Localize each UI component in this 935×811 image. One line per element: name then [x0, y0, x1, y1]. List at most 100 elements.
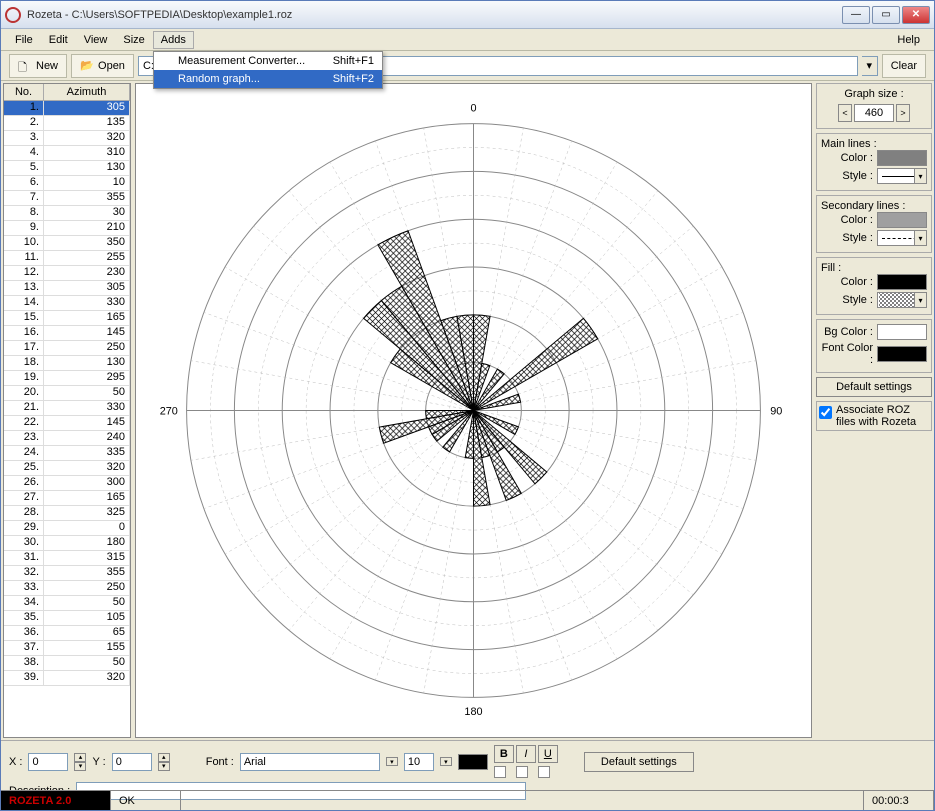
sec-style[interactable]: ▾	[877, 230, 927, 246]
table-row[interactable]: 32.355	[4, 566, 130, 581]
table-row[interactable]: 24.335	[4, 446, 130, 461]
x-up[interactable]: ▴	[74, 753, 86, 762]
table-row[interactable]: 16.145	[4, 326, 130, 341]
italic-button[interactable]: I	[516, 745, 536, 763]
table-row[interactable]: 18.130	[4, 356, 130, 371]
table-row[interactable]: 31.315	[4, 551, 130, 566]
fill-style[interactable]: ▾	[877, 292, 927, 308]
fontsize-input[interactable]	[404, 753, 434, 771]
table-row[interactable]: 39.320	[4, 671, 130, 686]
table-row[interactable]: 13.305	[4, 281, 130, 296]
table-row[interactable]: 23.240	[4, 431, 130, 446]
y-down[interactable]: ▾	[158, 762, 170, 771]
table-row[interactable]: 14.330	[4, 296, 130, 311]
underline-button[interactable]: U	[538, 745, 558, 763]
font-select[interactable]	[240, 753, 380, 771]
table-row[interactable]: 35.105	[4, 611, 130, 626]
open-button[interactable]: 📂 Open	[71, 54, 134, 78]
y-input[interactable]	[112, 753, 152, 771]
table-row[interactable]: 26.300	[4, 476, 130, 491]
close-button[interactable]: ✕	[902, 6, 930, 24]
size-decr[interactable]: <	[838, 104, 852, 122]
table-row[interactable]: 37.155	[4, 641, 130, 656]
status-brand: ROZETA 2.0	[1, 791, 111, 810]
table-row[interactable]: 27.165	[4, 491, 130, 506]
bg-color[interactable]	[877, 324, 927, 340]
sec-color[interactable]	[877, 212, 927, 228]
menu-view[interactable]: View	[76, 31, 116, 49]
app-window: Rozeta - C:\Users\SOFTPEDIA\Desktop\exam…	[0, 0, 935, 811]
table-row[interactable]: 9.210	[4, 221, 130, 236]
table-row[interactable]: 2.135	[4, 116, 130, 131]
svg-text:0: 0	[470, 103, 476, 115]
new-icon: 🗋	[18, 59, 32, 73]
menu-adds[interactable]: Adds	[153, 31, 194, 49]
font-color[interactable]	[877, 346, 927, 362]
underline-check[interactable]	[538, 766, 550, 778]
table-row[interactable]: 10.350	[4, 236, 130, 251]
adds-dropdown: Measurement Converter... Shift+F1 Random…	[153, 51, 383, 89]
table-row[interactable]: 33.250	[4, 581, 130, 596]
toolbar: 🗋 New 📂 Open C:\Users\SOFTPEDIA\Desktop\…	[1, 51, 934, 81]
main-style[interactable]: ▾	[877, 168, 927, 184]
table-row[interactable]: 15.165	[4, 311, 130, 326]
table-row[interactable]: 25.320	[4, 461, 130, 476]
table-row[interactable]: 36.65	[4, 626, 130, 641]
table-row[interactable]: 1.305	[4, 101, 130, 116]
svg-text:180: 180	[464, 706, 482, 718]
table-row[interactable]: 38.50	[4, 656, 130, 671]
menu-file[interactable]: File	[7, 31, 41, 49]
table-row[interactable]: 4.310	[4, 146, 130, 161]
menu-edit[interactable]: Edit	[41, 31, 76, 49]
chart-canvas: 0 90 180 270	[135, 83, 812, 738]
table-row[interactable]: 21.330	[4, 401, 130, 416]
table-row[interactable]: 19.295	[4, 371, 130, 386]
menu-random-graph[interactable]: Random graph... Shift+F2	[154, 70, 382, 88]
menu-measurement-converter[interactable]: Measurement Converter... Shift+F1	[154, 52, 382, 70]
text-color[interactable]	[458, 754, 488, 770]
svg-text:90: 90	[770, 405, 782, 417]
size-incr[interactable]: >	[896, 104, 910, 122]
bottom-default-button[interactable]: Default settings	[584, 752, 694, 772]
default-settings-button[interactable]: Default settings	[816, 377, 932, 397]
table-row[interactable]: 12.230	[4, 266, 130, 281]
bold-button[interactable]: B	[494, 745, 514, 763]
table-row[interactable]: 7.355	[4, 191, 130, 206]
status-time: 00:00:3	[864, 791, 934, 810]
italic-check[interactable]	[516, 766, 528, 778]
table-row[interactable]: 3.320	[4, 131, 130, 146]
app-icon	[5, 7, 21, 23]
table-row[interactable]: 17.250	[4, 341, 130, 356]
table-row[interactable]: 30.180	[4, 536, 130, 551]
minimize-button[interactable]: —	[842, 6, 870, 24]
bold-check[interactable]	[494, 766, 506, 778]
assoc-checkbox[interactable]	[819, 406, 832, 419]
table-row[interactable]: 28.325	[4, 506, 130, 521]
col-no[interactable]: No.	[4, 84, 44, 100]
svg-text:270: 270	[160, 405, 178, 417]
size-value[interactable]: 460	[854, 104, 894, 122]
y-up[interactable]: ▴	[158, 753, 170, 762]
main-color[interactable]	[877, 150, 927, 166]
table-row[interactable]: 22.145	[4, 416, 130, 431]
table-row[interactable]: 20.50	[4, 386, 130, 401]
new-button[interactable]: 🗋 New	[9, 54, 67, 78]
table-row[interactable]: 8.30	[4, 206, 130, 221]
table-row[interactable]: 34.50	[4, 596, 130, 611]
statusbar: ROZETA 2.0 OK 00:00:3	[1, 790, 934, 810]
table-row[interactable]: 11.255	[4, 251, 130, 266]
col-azimuth[interactable]: Azimuth	[44, 84, 130, 100]
path-dropdown[interactable]: ▾	[862, 56, 878, 76]
menu-help[interactable]: Help	[889, 31, 928, 49]
menu-size[interactable]: Size	[115, 31, 152, 49]
fill-color[interactable]	[877, 274, 927, 290]
table-row[interactable]: 6.10	[4, 176, 130, 191]
titlebar: Rozeta - C:\Users\SOFTPEDIA\Desktop\exam…	[1, 1, 934, 29]
table-row[interactable]: 29.0	[4, 521, 130, 536]
x-input[interactable]	[28, 753, 68, 771]
window-title: Rozeta - C:\Users\SOFTPEDIA\Desktop\exam…	[27, 9, 842, 21]
table-row[interactable]: 5.130	[4, 161, 130, 176]
maximize-button[interactable]: ▭	[872, 6, 900, 24]
clear-button[interactable]: Clear	[882, 54, 926, 78]
x-down[interactable]: ▾	[74, 762, 86, 771]
